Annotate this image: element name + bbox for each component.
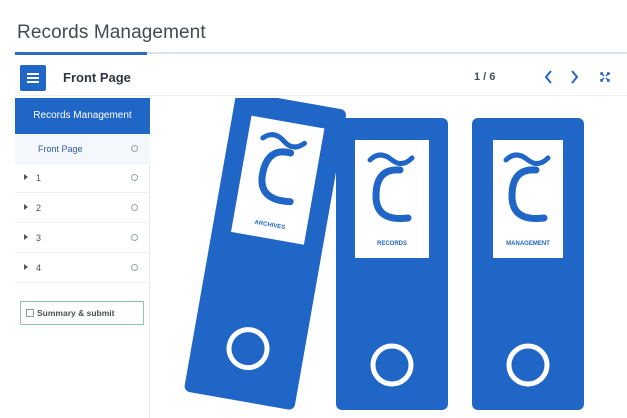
binders-illustration: ARCHIVES RECORDS MANAGEMENT [184,91,584,410]
sidebar-item-label: Front Page [38,144,83,154]
sidebar-header[interactable]: Records Management [15,98,150,134]
menu-icon-line [27,81,39,83]
circle-status-icon [131,264,138,271]
sidebar-item-1[interactable]: 1 [15,164,150,193]
sidebar-item-3[interactable]: 3 [15,224,150,253]
sidebar-item-front-page[interactable]: Front Page [15,135,150,164]
checkbox-icon [26,309,34,317]
expand-icon [600,72,610,82]
page-title: Front Page [63,70,131,85]
menu-icon-line [27,73,39,75]
sidebar-item-2[interactable]: 2 [15,194,150,223]
summary-submit-label: Summary & submit [37,308,115,318]
binder-management: MANAGEMENT [472,118,584,410]
circle-status-icon [131,234,138,241]
menu-icon-line [27,77,39,79]
binder-label: MANAGEMENT [506,241,550,247]
sidebar-item-4[interactable]: 4 [15,254,150,283]
binder-records: RECORDS [336,118,448,410]
title-underline-accent [15,52,147,55]
sidebar-item-label: 4 [36,263,42,273]
content-area: ARCHIVES RECORDS MANAGEMENT [150,91,627,418]
sidebar-item-label: 3 [36,233,42,243]
page-counter: 1 / 6 [474,71,496,83]
binder-archives: ARCHIVES [184,91,346,410]
top-bar: Front Page 1 / 6 [15,60,627,96]
chevron-right-icon [571,70,579,84]
caret-right-icon [24,204,28,210]
chevron-left-icon [544,70,552,84]
caret-right-icon [24,234,28,240]
next-page-button[interactable] [563,64,587,90]
caret-right-icon [24,264,28,270]
app-title: Records Management [17,22,206,43]
summary-submit-button[interactable]: Summary & submit [20,301,144,325]
menu-button[interactable] [20,65,46,91]
sidebar: Records Management Front Page 1 2 3 4 Su… [15,98,150,418]
circle-status-icon [131,204,138,211]
circle-status-icon [131,145,138,152]
sidebar-item-label: 1 [36,173,42,183]
binder-label: RECORDS [377,241,407,247]
expand-button[interactable] [593,64,617,90]
previous-page-button[interactable] [537,64,561,90]
circle-status-icon [131,174,138,181]
caret-right-icon [24,174,28,180]
sidebar-item-label: 2 [36,203,42,213]
